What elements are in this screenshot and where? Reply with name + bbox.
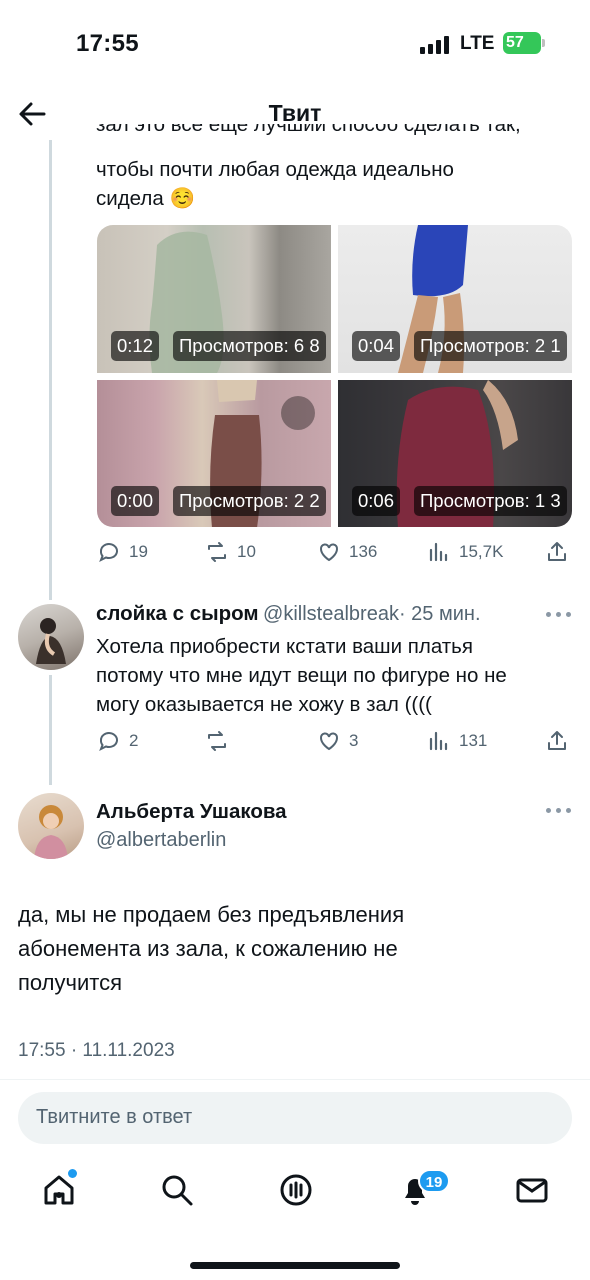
search-icon[interactable] [159,1172,195,1208]
reply-input[interactable]: Твитните в ответ [18,1092,572,1144]
author-handle[interactable]: @albertaberlin [96,829,226,852]
messages-icon[interactable] [514,1172,550,1208]
avatar[interactable] [18,604,84,670]
status-time: 17:55 [76,30,139,57]
like-count: 3 [349,731,359,750]
video-views: Просмотров: 1 3 [414,486,567,516]
author-name[interactable]: Альберта Ушакова [96,800,287,824]
tweet-text: могу оказывается не хожу в зал (((( [96,693,432,716]
more-icon[interactable] [546,808,572,814]
network-type: LTE [460,33,495,54]
share-icon [548,731,566,750]
author-handle[interactable]: @killstealbreak [263,603,399,625]
video-thumbnail[interactable]: 0:12 Просмотров: 6 8 [97,225,331,373]
retweet-button[interactable]: 10 [205,540,256,564]
reply-icon [99,732,118,752]
tab-bar [0,1160,590,1230]
video-views: Просмотров: 2 1 [414,331,567,361]
tweet-text: Хотела приобрести кстати ваши платья [96,635,473,658]
thread-line [49,675,52,785]
video-thumbnail[interactable]: 0:04 Просмотров: 2 1 [338,225,572,373]
video-duration: 0:00 [111,486,160,516]
status-bar: 17:55 LTE 57 [0,0,590,90]
battery-cap [542,39,545,47]
notifications-badge: 19 [418,1169,450,1193]
video-thumbnail[interactable]: 0:06 Просмотров: 1 3 [338,380,572,527]
reply-icon [99,543,118,563]
share-button[interactable] [545,729,569,753]
tweet-actions: 2 3 131 [97,729,572,759]
video-thumbnail[interactable]: 0:00 Просмотров: 2 2 [97,380,331,527]
avatar-figure [34,805,68,859]
signal-icon [420,36,450,54]
reply-count: 2 [129,731,139,750]
author-name[interactable]: слойка с сыром [96,602,259,625]
views-count: 131 [459,731,488,750]
spaces-icon[interactable] [278,1172,314,1208]
tweet-text: чтобы почти любая одежда идеально [96,158,454,181]
tweet-text: потому что мне идут вещи по фигуре но не [96,664,507,687]
reply-placeholder: Твитните в ответ [36,1106,193,1128]
home-notification-dot [68,1169,77,1178]
analytics-icon [429,731,448,751]
tweet-timestamp: 17:55 · 11.11.2023 [18,1040,175,1061]
share-icon [548,542,566,561]
main-tweet-text: да, мы не продаем без предъявления [18,902,405,927]
retweet-icon [208,731,226,751]
battery-icon: 57 [503,32,541,54]
retweet-button[interactable] [205,729,237,753]
tweet-text: сидела ☺️ [96,187,195,210]
thread-line [49,140,52,600]
views-button[interactable]: 131 [427,729,487,753]
like-button[interactable]: 3 [317,729,358,753]
avatar[interactable] [18,793,84,859]
reply-header: слойка с сыром @killstealbreak· 25 мин. [96,602,536,626]
video-duration: 0:04 [352,331,401,361]
heart-icon [320,543,338,562]
analytics-icon [429,542,448,562]
page-title: Твит [268,100,322,126]
tweet-time: · 25 мин. [398,603,481,625]
video-views: Просмотров: 6 8 [173,331,326,361]
video-duration: 0:12 [111,331,160,361]
more-icon[interactable] [546,612,572,618]
retweet-icon [208,542,226,562]
views-button[interactable]: 15,7K [427,540,503,564]
captions-off-icon [281,396,315,430]
video-views: Просмотров: 2 2 [173,486,326,516]
tweet-actions: 19 10 136 15,7K [97,540,572,570]
retweet-count: 10 [237,542,256,561]
reply-count: 19 [129,542,148,561]
main-tweet-text: абонемента из зала, к сожалению не [18,936,398,961]
share-button[interactable] [545,540,569,564]
like-count: 136 [349,542,378,561]
reply-button[interactable]: 2 [97,729,138,753]
heart-icon [320,732,338,751]
views-count: 15,7K [459,542,504,561]
avatar-figure [36,618,66,664]
main-tweet-text: получится [18,970,122,995]
reply-button[interactable]: 19 [97,540,148,564]
divider [0,1079,590,1080]
tweet-text-cut: зал это все еще лучший способ сделать та… [96,124,521,136]
media-grid: 0:12 Просмотров: 6 8 0:04 Просмотров: 2 … [97,225,572,527]
video-duration: 0:06 [352,486,401,516]
home-indicator [190,1262,400,1269]
like-button[interactable]: 136 [317,540,377,564]
